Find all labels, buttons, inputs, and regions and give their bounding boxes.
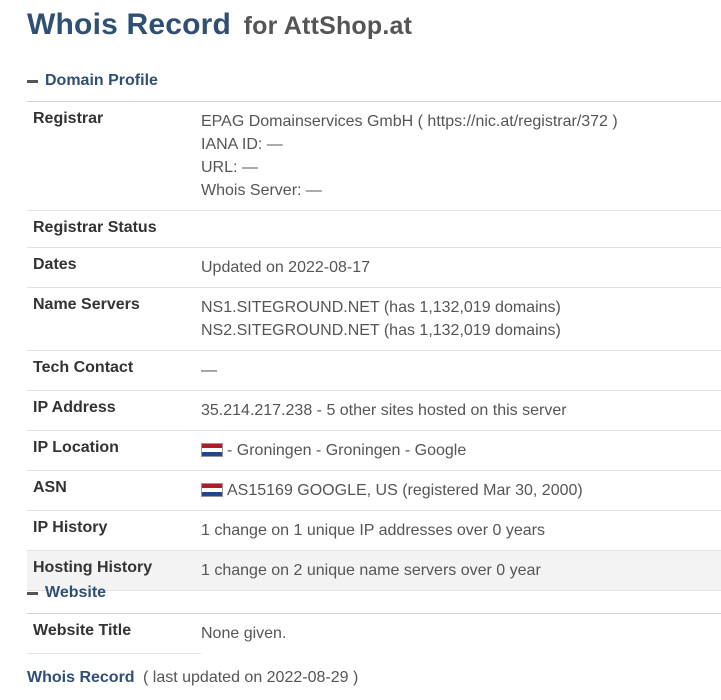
- iana-id: IANA ID: —: [201, 136, 283, 153]
- ip-history-value[interactable]: 1 change on 1 unique IP addresses over 0…: [201, 510, 721, 551]
- dates-value: Updated on 2022-08-17: [201, 247, 721, 288]
- row-label-website-title: Website Title: [27, 614, 201, 654]
- asn-text: AS15169 GOOGLE, US (registered Mar 30, 2…: [227, 482, 583, 499]
- name-server-1[interactable]: NS1.SITEGROUND.NET (has 1,132,019 domain…: [201, 296, 721, 319]
- registrar-url: URL: —: [201, 159, 258, 176]
- ip-location-text: - Groningen - Groningen - Google: [227, 442, 467, 459]
- table-row: IP History 1 change on 1 unique IP addre…: [27, 510, 721, 551]
- flag-netherlands-icon: [201, 443, 223, 457]
- collapse-icon: [27, 79, 38, 83]
- whois-record-title: Whois Record: [27, 669, 135, 686]
- row-label-name-servers: Name Servers: [27, 287, 201, 351]
- page-title-main: Whois Record: [27, 8, 232, 41]
- row-label-tech-contact: Tech Contact: [27, 350, 201, 391]
- registrar-status-value: [201, 210, 721, 248]
- ip-address-value[interactable]: 35.214.217.238 - 5 other sites hosted on…: [201, 390, 721, 431]
- table-row: Hosting History 1 change on 2 unique nam…: [27, 550, 721, 591]
- table-row: Registrar Status: [27, 210, 721, 248]
- domain-profile-heading: Domain Profile: [45, 72, 158, 89]
- whois-record-updated: ( last updated on 2022-08-29 ): [143, 669, 359, 686]
- table-row: ASN AS15169 GOOGLE, US (registered Mar 3…: [27, 470, 721, 511]
- tech-contact-value: —: [201, 350, 721, 391]
- row-label-ip-location: IP Location: [27, 430, 201, 471]
- collapse-icon: [27, 591, 38, 595]
- page-title: Whois Record for AttShop.at: [27, 8, 412, 42]
- table-row: Dates Updated on 2022-08-17: [27, 247, 721, 288]
- table-row: Registrar EPAG Domainservices GmbH ( htt…: [27, 102, 721, 211]
- ip-location-value: - Groningen - Groningen - Google: [201, 430, 721, 471]
- row-label-ip-history: IP History: [27, 510, 201, 551]
- row-label-dates: Dates: [27, 247, 201, 288]
- website-heading: Website: [45, 584, 107, 601]
- page-title-domain: for AttShop.at: [243, 12, 413, 40]
- flag-netherlands-icon: [201, 483, 223, 497]
- table-row: IP Location - Groningen - Groningen - Go…: [27, 430, 721, 471]
- website-title-value: None given.: [201, 625, 287, 642]
- asn-value: AS15169 GOOGLE, US (registered Mar 30, 2…: [201, 470, 721, 511]
- table-row: Tech Contact —: [27, 350, 721, 391]
- name-servers-value: NS1.SITEGROUND.NET (has 1,132,019 domain…: [201, 287, 721, 351]
- table-row: Name Servers NS1.SITEGROUND.NET (has 1,1…: [27, 287, 721, 351]
- registrar-value: EPAG Domainservices GmbH ( https://nic.a…: [201, 102, 721, 211]
- name-server-2[interactable]: NS2.SITEGROUND.NET (has 1,132,019 domain…: [201, 319, 721, 342]
- whois-record-heading: Whois Record ( last updated on 2022-08-2…: [27, 669, 358, 687]
- table-row: Website Title None given.: [27, 614, 721, 654]
- whois-server: Whois Server: —: [201, 182, 322, 199]
- domain-profile-toggle[interactable]: Domain Profile: [27, 71, 158, 91]
- whois-page: Whois Record for AttShop.at Domain Profi…: [0, 0, 721, 700]
- table-row: IP Address 35.214.217.238 - 5 other site…: [27, 390, 721, 431]
- row-label-ip-address: IP Address: [27, 390, 201, 431]
- registrar-name: EPAG Domainservices GmbH ( https://nic.a…: [201, 113, 618, 130]
- row-label-asn: ASN: [27, 470, 201, 511]
- website-toggle[interactable]: Website: [27, 583, 106, 603]
- row-label-registrar: Registrar: [27, 102, 201, 211]
- hosting-history-value[interactable]: 1 change on 2 unique name servers over 0…: [201, 550, 721, 591]
- domain-profile-table: Registrar EPAG Domainservices GmbH ( htt…: [27, 102, 721, 591]
- website-table: Website Title None given.: [27, 614, 721, 654]
- row-label-registrar-status: Registrar Status: [27, 210, 201, 248]
